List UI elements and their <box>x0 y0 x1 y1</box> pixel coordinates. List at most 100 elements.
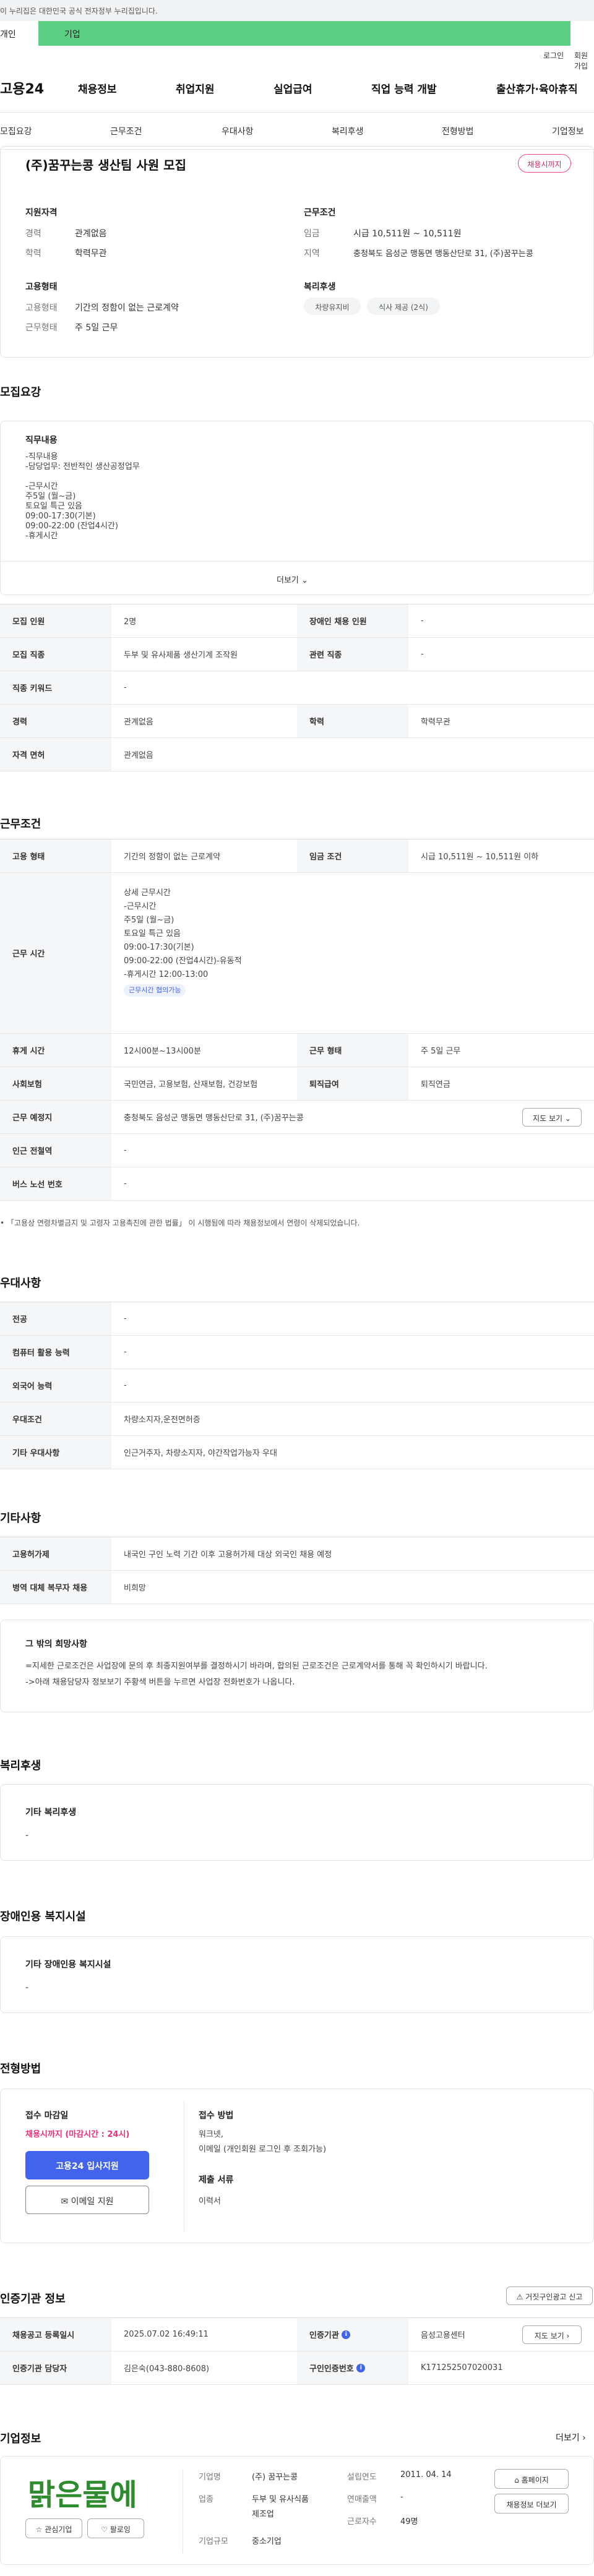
td: 시급 10,511원 ~ 10,511원 이하 <box>421 852 539 862</box>
more-button[interactable]: 더보기 ⌄ <box>277 573 308 585</box>
section-nav: 모집요강 근무조건 우대사항 복리후생 전형방법 기업정보 <box>0 113 594 150</box>
map-button[interactable]: 지도 보기 ⌄ <box>522 1108 582 1127</box>
th: 기타 우대사항 <box>0 1436 111 1469</box>
th: 외국어 능력 <box>0 1369 111 1402</box>
th: 버스 노선 번호 <box>0 1167 111 1200</box>
site-logo[interactable]: 고용24 <box>0 78 44 98</box>
job-summary-card: (주)꿈꾸는콩 생산팀 사원 모집 채용시까지 지원자격 경력 관계없음 학력 … <box>0 146 594 358</box>
gnb-job-info[interactable]: 채용정보 <box>78 80 117 96</box>
td: 차량소지자,운전면허증 <box>124 1415 200 1425</box>
job-desc-title: 직무내용 <box>25 436 58 445</box>
tab-individual[interactable]: 개인 <box>0 21 38 46</box>
th: 인근 전철역 <box>0 1134 111 1167</box>
selection-heading: 전형방법 <box>0 2063 41 2076</box>
more-label: 더보기 <box>277 576 299 585</box>
benefit-heading: 복리후생 <box>0 1759 41 1772</box>
th: 장애인 채용 인원 <box>297 604 408 637</box>
table-row: 근무 시간 상세 근무시간 -근무시간 주5일 (월~금) 토요일 특근 있음 … <box>0 873 594 1034</box>
hours-line: 상세 근무시간 <box>124 888 171 898</box>
email-apply-button[interactable]: ✉ 이메일 지원 <box>25 2186 149 2214</box>
qual-career-label: 경력 <box>25 229 41 239</box>
docs-label: 제출 서류 <box>199 2175 234 2185</box>
recruit-heading: 모집요강 <box>0 386 41 399</box>
tab-business[interactable]: 기업 <box>38 21 570 46</box>
follow-button[interactable]: ♡ 팔로잉 <box>87 2518 144 2538</box>
report-button[interactable]: ⚠ 거짓구인광고 신고 <box>506 2286 593 2305</box>
pref-table: 전공 - 컴퓨터 활용 능력 - 외국어 능력 - 우대조건 차량소지자,운전면… <box>0 1302 594 1469</box>
age-note: • 「고용상 연령차별금지 및 고령자 고용촉진에 관한 법률」 이 시행됨에 … <box>0 1217 359 1228</box>
info-icon[interactable]: i <box>342 2330 351 2339</box>
th: 근무 시간 <box>0 873 111 1033</box>
td: 국민연금, 고용보험, 산재보험, 건강보험 <box>124 1080 258 1089</box>
more-jobs-button[interactable]: 채용정보 더보기 <box>494 2494 569 2514</box>
subnav-pref[interactable]: 우대사항 <box>222 125 254 137</box>
table-row: 우대조건 차량소지자,운전면허증 <box>0 1402 594 1436</box>
th: 모집 인원 <box>0 604 111 637</box>
job-description-box: 직무내용 -직무내용 -담당업무: 전반적인 생산공정업무 -근무시간 주5일 … <box>0 421 594 595</box>
subnav-selection[interactable]: 전형방법 <box>442 125 474 137</box>
td: 관계없음 <box>124 718 153 727</box>
subnav-company[interactable]: 기업정보 <box>552 125 584 137</box>
deadline-value: 채용시까지 (마감시간 : 24시) <box>25 2130 130 2139</box>
benefit-box: 기타 복리후생 - <box>0 1784 594 1861</box>
favorite-button[interactable]: ☆ 관심기업 <box>25 2518 82 2538</box>
apply-button[interactable]: 고용24 입사지원 <box>25 2151 149 2179</box>
table-row: 사회보험 국민연금, 고용보험, 산재보험, 건강보험 퇴직급여 퇴직연금 <box>0 1067 594 1101</box>
company-heading: 기업정보 <box>0 2432 41 2445</box>
job-no-label: 구인인증번호 <box>309 2364 354 2374</box>
job-desc-line: -담당업무: 전반적인 생산공정업무 <box>25 462 140 471</box>
subnav-recruit[interactable]: 모집요강 <box>0 125 32 137</box>
qual-edu-label: 학력 <box>25 249 41 259</box>
etc-heading: 기타사항 <box>0 1512 41 1525</box>
benefit-value: - <box>25 1831 29 1840</box>
th: 자격 면허 <box>0 738 111 771</box>
method-label: 접수 방법 <box>199 2111 234 2121</box>
gnb-parental-leave[interactable]: 출산휴가·육아휴직 <box>496 80 578 96</box>
agency-map-button[interactable]: 지도 보기 › <box>522 2325 582 2344</box>
table-row: 인근 전철역 - <box>0 1134 594 1167</box>
age-note-text: 「고용상 연령차별금지 및 고령자 고용촉진에 관한 법률」 이 시행됨에 따라… <box>6 1219 360 1227</box>
td: 퇴직연금 <box>421 1080 450 1089</box>
th: 채용공고 등록일시 <box>0 2318 111 2351</box>
bullet-icon: • <box>0 1219 7 1227</box>
th: 고용 형태 <box>0 839 111 872</box>
login-link[interactable]: 로그인 <box>543 50 564 61</box>
hours-detail: 상세 근무시간 -근무시간 주5일 (월~금) 토요일 특근 있음 09:00-… <box>124 887 242 997</box>
subnav-benefit[interactable]: 복리후생 <box>332 125 364 137</box>
th: 학력 <box>297 705 408 737</box>
disability-value: - <box>25 1983 29 1993</box>
info-icon[interactable]: i <box>356 2363 366 2372</box>
industry-line: 두부 및 유사식품 <box>252 2495 309 2504</box>
homepage-button[interactable]: ⌂ 홈페이지 <box>494 2469 569 2489</box>
company-logo: 맑은물에 <box>28 2478 137 2512</box>
disability-box: 기타 장애인용 복지시설 - <box>0 1936 594 2013</box>
td: 두부 및 유사제품 생산기계 조작원 <box>124 651 238 660</box>
td: 학력무관 <box>421 718 450 727</box>
th: 근무 예정지 <box>0 1101 111 1133</box>
method-line: 이메일 (개인회원 로그인 후 조회가능) <box>199 2145 327 2154</box>
th: 퇴직급여 <box>297 1067 408 1100</box>
method-lines: 워크넷, 이메일 (개인회원 로그인 후 조회가능) <box>199 2127 326 2157</box>
chevron-right-icon: › <box>566 2332 570 2340</box>
td: - <box>421 616 424 625</box>
job-desc-line: 토요일 특근 있음 <box>25 502 82 511</box>
report-icon: ⚠ <box>516 2293 523 2301</box>
hours-line: -근무시간 <box>124 902 157 911</box>
company-more-label: 더보기 <box>556 2433 580 2443</box>
gnb-unemployment-benefit[interactable]: 실업급여 <box>273 80 312 96</box>
td: 관계없음 <box>124 751 153 760</box>
revenue-label: 연매출액 <box>347 2495 377 2504</box>
gnb-skills-development[interactable]: 직업 능력 개발 <box>371 80 437 96</box>
th: 모집 직종 <box>0 638 111 671</box>
emp-type-label: 고용형태 <box>25 303 58 313</box>
gnb-employment-support[interactable]: 취업지원 <box>176 80 215 96</box>
company-more-link[interactable]: 더보기 › <box>556 2431 586 2444</box>
job-title: (주)꿈꾸는콩 생산팀 사원 모집 <box>25 158 186 173</box>
company-name-label: 기업명 <box>199 2473 221 2482</box>
gov-notice: 이 누리집은 대한민국 공식 전자정부 누리집입니다. <box>0 0 594 21</box>
size-label: 기업규모 <box>199 2537 228 2546</box>
table-row: 버스 노선 번호 - <box>0 1167 594 1201</box>
subnav-work[interactable]: 근무조건 <box>110 125 142 137</box>
cert-table: 채용공고 등록일시 2025.07.02 16:49:11 인증기관 i 음성고… <box>0 2317 594 2385</box>
staff-value: 49명 <box>400 2517 418 2527</box>
